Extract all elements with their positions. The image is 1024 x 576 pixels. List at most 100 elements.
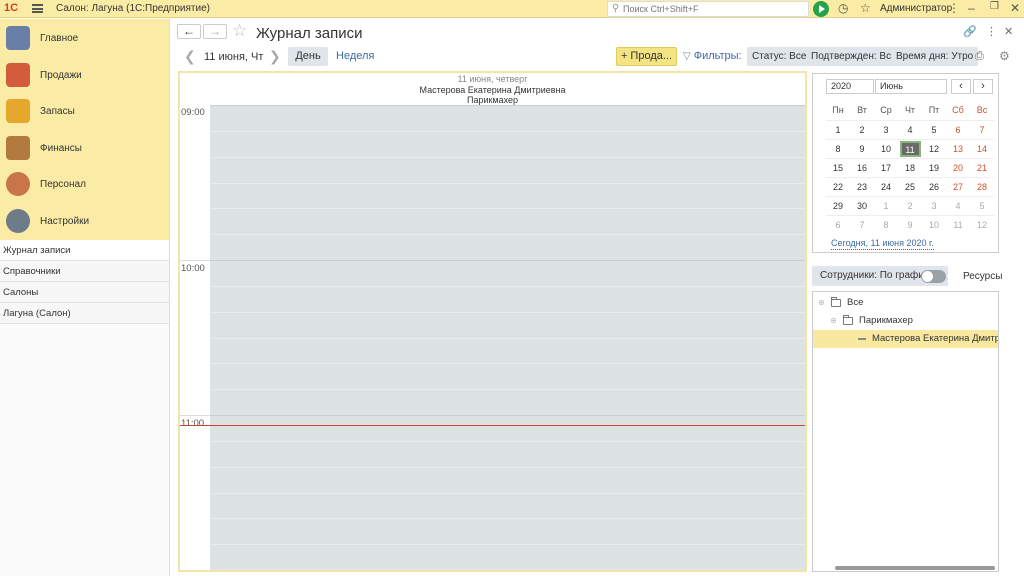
calendar-day[interactable]: 6 [826,214,850,234]
calendar-day[interactable]: 1 [826,119,850,139]
calendar-day[interactable]: 15 [826,157,850,177]
day-view-button[interactable]: День [288,47,328,66]
calendar-day[interactable]: 1 [874,195,898,215]
search-box[interactable]: ⚲ [607,1,809,17]
section-inventory[interactable]: Запасы [0,94,169,131]
calendar-day[interactable]: 12 [922,138,946,158]
calendar-day[interactable]: 7 [850,214,874,234]
calendar-day[interactable]: 2 [898,195,922,215]
calendar-day[interactable]: 10 [922,214,946,234]
calendar-day[interactable]: 26 [922,176,946,196]
new-sale-button[interactable]: + Прода... [616,47,677,66]
minimize-icon[interactable]: – [968,1,975,15]
expand-icon[interactable]: ⊕ [818,294,825,312]
schedule-employee[interactable]: Мастерова Екатерина Дмитриевна [180,85,805,96]
calendar-day[interactable]: 2 [850,119,874,139]
user-name[interactable]: Администратор [880,3,952,14]
close-icon[interactable]: ✕ [1010,1,1020,15]
hour-divider [180,260,210,261]
favorite-star-icon[interactable]: ☆ [232,21,247,41]
calendar-day[interactable]: 8 [874,214,898,234]
calendar-day[interactable]: 18 [898,157,922,177]
print-icon[interactable]: ⎙ [975,50,984,63]
status-filter-chip[interactable]: Статус: Все [747,47,812,66]
calendar-day[interactable]: 10 [874,138,898,158]
weekday: Пн [832,105,844,116]
more-actions-icon[interactable]: ⋮ [986,25,997,38]
calendar-day[interactable]: 4 [946,195,970,215]
forward-button[interactable]: → [203,24,227,39]
calendar-day[interactable]: 24 [874,176,898,196]
calendar-day[interactable]: 5 [922,119,946,139]
calendar-day[interactable]: 3 [874,119,898,139]
calendar-day[interactable]: 4 [898,119,922,139]
calendar-day[interactable]: 11 [898,138,922,158]
section-staff[interactable]: Персонал [0,167,169,204]
section-main[interactable]: Главное [0,21,169,58]
main-menu-icon[interactable] [32,4,43,13]
calendar-day[interactable]: 30 [850,195,874,215]
time-slots-area[interactable] [210,105,805,570]
time-of-day-filter-chip[interactable]: Время дня: Утро [891,47,979,66]
calendar-day[interactable]: 13 [946,138,970,158]
tree-node-all[interactable]: ⊕ Все [813,294,998,312]
calendar-day[interactable]: 9 [898,214,922,234]
section-label: Главное [40,33,79,44]
today-link[interactable]: Сегодня, 11 июня 2020 г. [831,238,934,250]
calendar-day[interactable]: 22 [826,176,850,196]
back-button[interactable]: ← [177,24,201,39]
calendar-day[interactable]: 28 [970,176,994,196]
expand-icon[interactable]: ⊕ [830,312,837,330]
nav-item-catalogs[interactable]: Справочники [0,261,169,282]
horizontal-scrollbar[interactable] [835,566,995,570]
calendar-day[interactable]: 21 [970,157,994,177]
calendar-day[interactable]: 12 [970,214,994,234]
next-month-button[interactable]: › [973,79,993,94]
calendar-day[interactable]: 16 [850,157,874,177]
restore-icon[interactable]: ❐ [990,1,999,12]
calendar-day[interactable]: 7 [970,119,994,139]
month-field[interactable]: Июнь [875,79,947,94]
calendar-day[interactable]: 9 [850,138,874,158]
prev-month-button[interactable]: ‹ [951,79,971,94]
calendar-day[interactable]: 14 [970,138,994,158]
nav-item-laguna-salon[interactable]: Лагуна (Салон) [0,303,169,324]
settings-gear-icon[interactable]: ⚙ [999,49,1010,63]
tree-node-employee[interactable]: Мастерова Екатерина Дмитриевна [813,330,998,348]
confirmed-filter-chip[interactable]: Подтвержден: Все [806,47,902,66]
calendar-day[interactable]: 25 [898,176,922,196]
calendar-day[interactable]: 11 [946,214,970,234]
favorites-star-icon[interactable]: ☆ [860,1,871,15]
calendar-day[interactable]: 6 [946,119,970,139]
history-icon[interactable]: ◷ [838,1,848,15]
more-icon[interactable]: ⋮ [948,1,960,15]
schedule-toggle[interactable] [921,270,946,283]
selected-day[interactable]: 11 [899,140,921,157]
calendar-day[interactable]: 3 [922,195,946,215]
section-finance[interactable]: Финансы [0,131,169,168]
resources-tab[interactable]: Ресурсы [963,271,1002,282]
filters-link[interactable]: ▽ Фильтры: [683,50,742,62]
next-date-chevron-icon[interactable]: ❯ [269,48,281,65]
section-settings[interactable]: Настройки [0,204,169,241]
tree-node-hairdresser[interactable]: ⊕ Парикмахер [813,312,998,330]
year-field[interactable]: 2020 [826,79,874,94]
calendar-day[interactable]: 23 [850,176,874,196]
weekday: Ср [880,105,892,116]
calendar-day[interactable]: 20 [946,157,970,177]
nav-item-salons[interactable]: Салоны [0,282,169,303]
link-icon[interactable]: 🔗 [963,25,977,38]
calendar-day[interactable]: 19 [922,157,946,177]
calendar-day[interactable]: 5 [970,195,994,215]
calendar-day[interactable]: 29 [826,195,850,215]
close-form-icon[interactable]: ✕ [1004,25,1013,38]
calendar-day[interactable]: 17 [874,157,898,177]
calendar-day[interactable]: 8 [826,138,850,158]
prev-date-chevron-icon[interactable]: ❮ [184,48,196,65]
nav-item-journal[interactable]: Журнал записи [0,240,169,261]
week-view-button[interactable]: Неделя [336,50,374,62]
calendar-day[interactable]: 27 [946,176,970,196]
section-sales[interactable]: Продажи [0,58,169,95]
search-input[interactable] [623,3,803,15]
play-icon[interactable] [813,1,829,17]
